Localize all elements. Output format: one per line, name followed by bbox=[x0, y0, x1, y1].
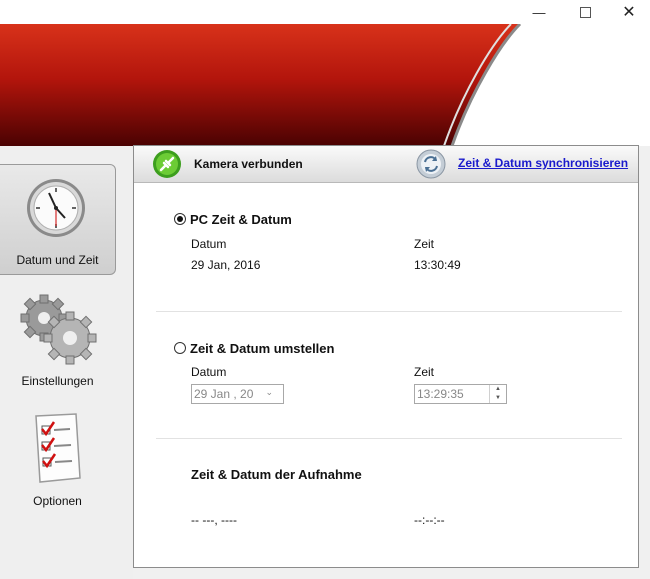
close-button[interactable]: ✕ bbox=[606, 0, 650, 24]
camera-status-label: Kamera verbunden bbox=[194, 157, 303, 171]
sidebar-item-optionen[interactable]: Optionen bbox=[0, 406, 115, 516]
date-picker-value: 29 Jan , 20 bbox=[194, 387, 254, 401]
spin-up-icon[interactable]: ▲ bbox=[490, 385, 506, 394]
pc-time-title: PC Zeit & Datum bbox=[190, 212, 292, 227]
pc-date-label: Datum bbox=[191, 237, 227, 251]
panel-header: Kamera verbunden Zeit & Datum synchronis… bbox=[134, 146, 638, 183]
chevron-down-icon: ⌄ bbox=[265, 387, 273, 397]
header-banner bbox=[0, 24, 650, 146]
spinner-buttons[interactable]: ▲ ▼ bbox=[489, 385, 506, 403]
set-date-label: Datum bbox=[191, 365, 227, 379]
main-panel: Kamera verbunden Zeit & Datum synchronis… bbox=[133, 145, 639, 568]
sidebar-item-label: Optionen bbox=[33, 494, 82, 508]
gears-icon bbox=[20, 294, 97, 365]
maximize-icon bbox=[579, 6, 591, 18]
sync-icon[interactable] bbox=[416, 149, 446, 179]
time-spinner-value: 13:29:35 bbox=[417, 387, 464, 401]
pc-time-value: 13:30:49 bbox=[414, 258, 461, 272]
capture-time-value: --:--:-- bbox=[414, 513, 445, 527]
sidebar-item-datum-und-zeit[interactable]: Datum und Zeit bbox=[0, 164, 116, 275]
checklist-icon bbox=[35, 413, 81, 483]
time-spinner[interactable]: 13:29:35 ▲ ▼ bbox=[414, 384, 507, 404]
divider bbox=[156, 438, 622, 439]
sidebar: Datum und Zeit Einstellungen Optionen bbox=[0, 146, 133, 579]
close-icon: ✕ bbox=[622, 4, 636, 21]
minimize-button[interactable]: — bbox=[516, 0, 562, 24]
pc-time-label: Zeit bbox=[414, 237, 435, 251]
sidebar-item-einstellungen[interactable]: Einstellungen bbox=[0, 286, 115, 396]
set-time-label: Zeit bbox=[414, 365, 435, 379]
pc-time-radio[interactable] bbox=[174, 213, 186, 225]
minimize-icon: — bbox=[532, 4, 546, 20]
title-bar: — ✕ bbox=[0, 0, 650, 24]
set-time-radio[interactable] bbox=[174, 342, 186, 354]
capture-date-value: -- ---, ---- bbox=[191, 513, 237, 527]
sidebar-item-label: Einstellungen bbox=[21, 374, 94, 388]
camera-connected-icon bbox=[153, 150, 181, 178]
pc-date-value: 29 Jan, 2016 bbox=[191, 258, 261, 272]
sidebar-item-label: Datum und Zeit bbox=[16, 253, 99, 267]
set-time-title: Zeit & Datum umstellen bbox=[190, 341, 335, 356]
clock-icon bbox=[27, 179, 85, 237]
maximize-button[interactable] bbox=[562, 0, 608, 24]
spin-down-icon[interactable]: ▼ bbox=[490, 394, 506, 403]
sync-time-date-link[interactable]: Zeit & Datum synchronisieren bbox=[458, 156, 628, 170]
date-picker[interactable]: 29 Jan , 20 ⌄ bbox=[191, 384, 284, 404]
divider bbox=[156, 311, 622, 312]
capture-time-title: Zeit & Datum der Aufnahme bbox=[191, 467, 362, 482]
